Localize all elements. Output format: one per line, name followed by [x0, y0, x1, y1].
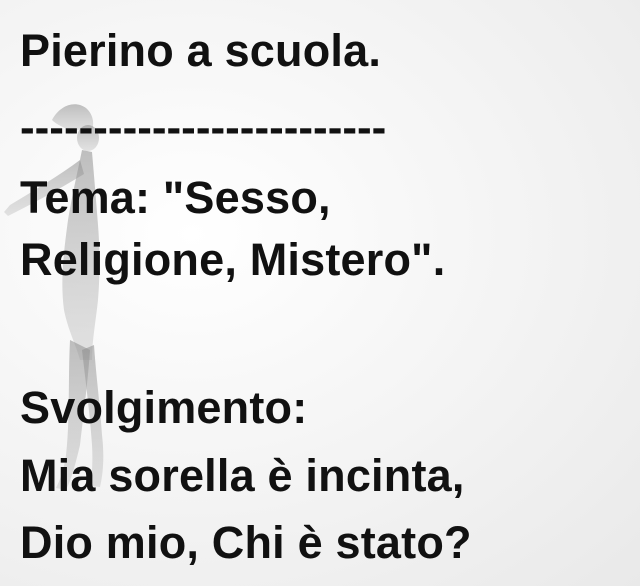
body-line-1: Mia sorella è incinta, — [20, 450, 465, 501]
meme-image: Pierino a scuola. ----------------------… — [0, 0, 640, 586]
body-line-2: Dio mio, Chi è stato? — [20, 517, 472, 568]
theme-line-1: Tema: "Sesso, — [20, 172, 331, 223]
heading-text: Svolgimento: — [20, 382, 308, 433]
title-text: Pierino a scuola. — [20, 25, 382, 76]
theme-line-2: Religione, Mistero". — [20, 234, 446, 285]
separator-line: ------------------------- — [20, 103, 387, 152]
